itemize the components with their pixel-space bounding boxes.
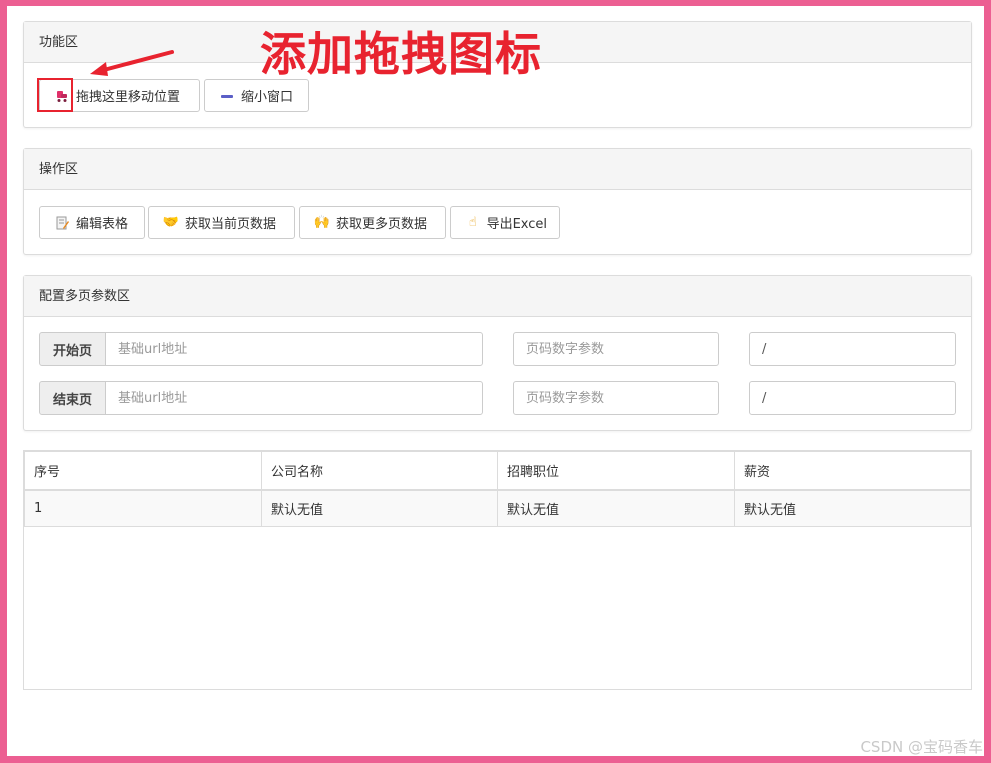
start-url-input[interactable] bbox=[105, 332, 483, 366]
export-excel-button[interactable]: ☝ 导出Excel bbox=[450, 206, 560, 239]
table-row[interactable]: 1 默认无值 默认无值 默认无值 bbox=[24, 489, 971, 527]
operation-panel: 操作区 编辑表格 🤝 获取当前页数据 🙌 获取更多页数据 ☝ 导出Excel bbox=[23, 148, 972, 255]
get-current-page-button[interactable]: 🤝 获取当前页数据 bbox=[148, 206, 295, 239]
export-excel-label: 导出Excel bbox=[486, 217, 547, 232]
data-table: 序号 公司名称 招聘职位 薪资 1 默认无值 默认无值 默认无值 bbox=[24, 451, 971, 527]
header-position: 招聘职位 bbox=[497, 451, 735, 491]
end-suffix-input[interactable] bbox=[749, 381, 956, 415]
start-page-label: 开始页 bbox=[39, 332, 106, 366]
annotation-arrow-icon bbox=[90, 50, 174, 76]
header-index: 序号 bbox=[24, 451, 262, 491]
raised-hands-icon: 🙌 bbox=[313, 215, 331, 230]
end-page-label: 结束页 bbox=[39, 381, 106, 415]
minimize-icon bbox=[219, 88, 235, 104]
annotation-highlight-box bbox=[37, 78, 73, 112]
header-company: 公司名称 bbox=[261, 451, 498, 491]
cell-position[interactable]: 默认无值 bbox=[497, 489, 735, 527]
config-panel-title: 配置多页参数区 bbox=[24, 276, 971, 317]
edit-table-button[interactable]: 编辑表格 bbox=[39, 206, 145, 239]
edit-table-label: 编辑表格 bbox=[76, 217, 129, 232]
start-page-row: 开始页 bbox=[39, 332, 956, 366]
annotation-title: 添加拖拽图标 bbox=[260, 27, 542, 81]
config-panel: 配置多页参数区 开始页 结束页 bbox=[23, 275, 972, 431]
watermark: CSDN @宝码香车 bbox=[860, 738, 983, 756]
get-current-page-label: 获取当前页数据 bbox=[185, 217, 277, 232]
get-more-pages-button[interactable]: 🙌 获取更多页数据 bbox=[299, 206, 446, 239]
get-more-pages-label: 获取更多页数据 bbox=[336, 217, 428, 232]
end-url-input[interactable] bbox=[105, 381, 483, 415]
cell-index[interactable]: 1 bbox=[24, 489, 262, 527]
start-page-number-input[interactable] bbox=[513, 332, 719, 366]
minimize-label: 缩小窗口 bbox=[241, 90, 294, 105]
pointing-finger-icon: ☝ bbox=[468, 215, 477, 230]
operation-panel-title: 操作区 bbox=[24, 149, 971, 190]
cell-salary[interactable]: 默认无值 bbox=[734, 489, 971, 527]
table-header-row: 序号 公司名称 招聘职位 薪资 bbox=[24, 451, 971, 491]
end-page-number-input[interactable] bbox=[513, 381, 719, 415]
cell-company[interactable]: 默认无值 bbox=[261, 489, 498, 527]
drag-handle-label: 拖拽这里移动位置 bbox=[76, 90, 181, 105]
memo-icon bbox=[54, 215, 70, 231]
data-table-container: 序号 公司名称 招聘职位 薪资 1 默认无值 默认无值 默认无值 bbox=[23, 450, 972, 690]
header-salary: 薪资 bbox=[734, 451, 971, 491]
start-suffix-input[interactable] bbox=[749, 332, 956, 366]
handshake-icon: 🤝 bbox=[162, 215, 180, 230]
end-page-row: 结束页 bbox=[39, 381, 956, 415]
